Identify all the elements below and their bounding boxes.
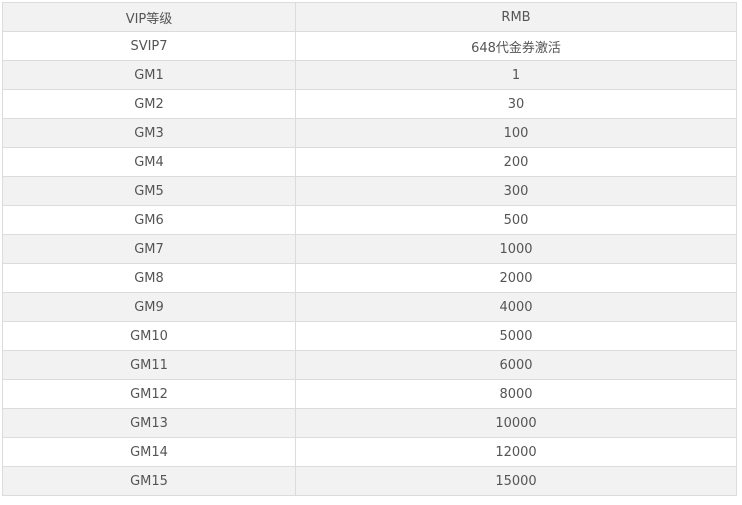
table-body: SVIP7 648代金券激活 GM1 1 GM2 30 GM3 100 GM4 … — [2, 31, 737, 496]
table-row: GM5 300 — [2, 176, 737, 206]
table-row: GM7 1000 — [2, 234, 737, 264]
vip-level-cell: GM10 — [2, 321, 296, 351]
vip-level-cell: GM11 — [2, 350, 296, 380]
rmb-cell: 2000 — [295, 263, 737, 293]
vip-level-cell: GM14 — [2, 437, 296, 467]
vip-level-cell: GM13 — [2, 408, 296, 438]
vip-level-cell: GM8 — [2, 263, 296, 293]
vip-level-cell: GM1 — [2, 60, 296, 90]
table-row: GM6 500 — [2, 205, 737, 235]
rmb-cell: 1000 — [295, 234, 737, 264]
column-header-rmb: RMB — [295, 2, 737, 32]
column-header-vip-level: VIP等级 — [2, 2, 296, 32]
table-row: GM8 2000 — [2, 263, 737, 293]
vip-rmb-table: VIP等级 RMB SVIP7 648代金券激活 GM1 1 GM2 30 GM… — [2, 2, 737, 496]
rmb-cell: 648代金券激活 — [295, 31, 737, 61]
vip-level-cell: GM12 — [2, 379, 296, 409]
rmb-cell: 8000 — [295, 379, 737, 409]
vip-level-cell: GM4 — [2, 147, 296, 177]
rmb-cell: 15000 — [295, 466, 737, 496]
vip-level-cell: GM9 — [2, 292, 296, 322]
table-row: GM14 12000 — [2, 437, 737, 467]
rmb-cell: 10000 — [295, 408, 737, 438]
table-row: GM4 200 — [2, 147, 737, 177]
table-row: GM13 10000 — [2, 408, 737, 438]
table-row: GM2 30 — [2, 89, 737, 119]
table-header: VIP等级 RMB — [2, 2, 737, 32]
rmb-cell: 6000 — [295, 350, 737, 380]
vip-level-cell: GM6 — [2, 205, 296, 235]
table-header-row: VIP等级 RMB — [2, 2, 737, 32]
vip-level-cell: SVIP7 — [2, 31, 296, 61]
rmb-cell: 5000 — [295, 321, 737, 351]
table-row: GM12 8000 — [2, 379, 737, 409]
table-row: SVIP7 648代金券激活 — [2, 31, 737, 61]
vip-level-cell: GM5 — [2, 176, 296, 206]
table-row: GM3 100 — [2, 118, 737, 148]
rmb-cell: 30 — [295, 89, 737, 119]
table-row: GM9 4000 — [2, 292, 737, 322]
rmb-cell: 200 — [295, 147, 737, 177]
rmb-cell: 500 — [295, 205, 737, 235]
rmb-cell: 12000 — [295, 437, 737, 467]
vip-level-cell: GM15 — [2, 466, 296, 496]
table-row: GM11 6000 — [2, 350, 737, 380]
rmb-cell: 1 — [295, 60, 737, 90]
vip-level-cell: GM7 — [2, 234, 296, 264]
vip-level-cell: GM2 — [2, 89, 296, 119]
vip-level-cell: GM3 — [2, 118, 296, 148]
table-row: GM15 15000 — [2, 466, 737, 496]
table-row: GM1 1 — [2, 60, 737, 90]
rmb-cell: 300 — [295, 176, 737, 206]
table-row: GM10 5000 — [2, 321, 737, 351]
rmb-cell: 100 — [295, 118, 737, 148]
rmb-cell: 4000 — [295, 292, 737, 322]
